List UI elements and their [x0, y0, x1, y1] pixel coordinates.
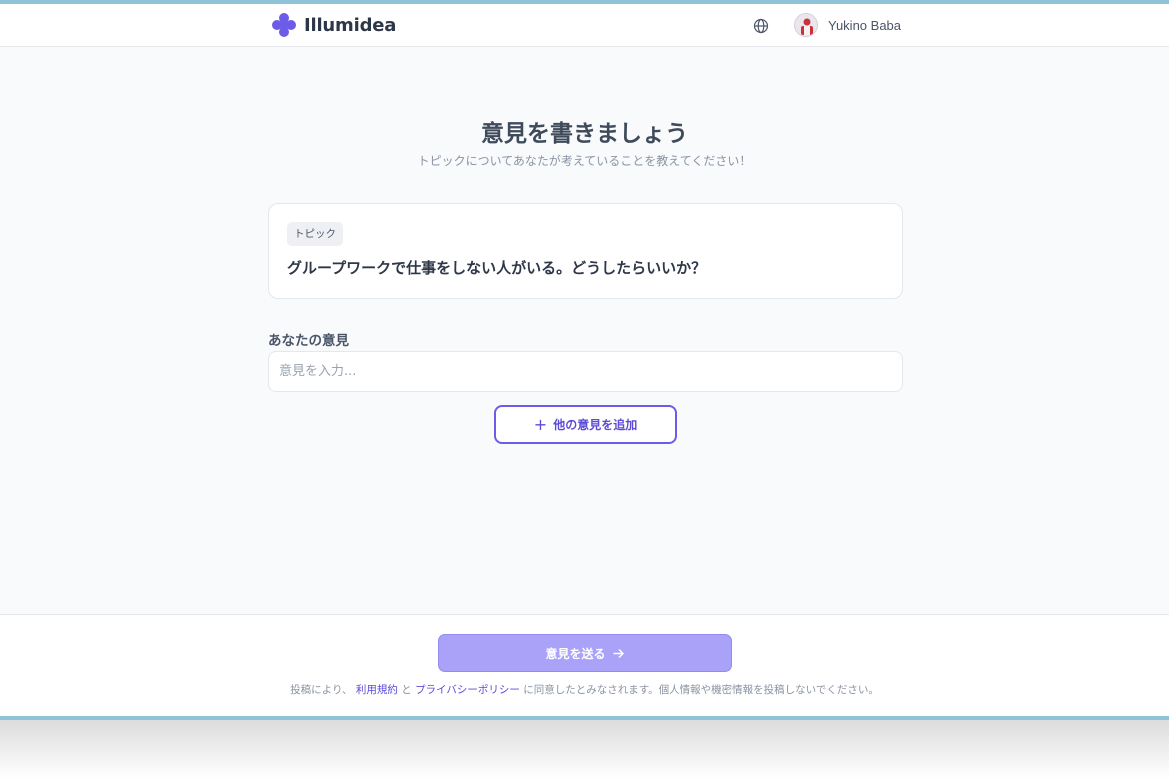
terms-of-use-link[interactable]: 利用規約	[356, 684, 398, 696]
privacy-policy-link[interactable]: プライバシーポリシー	[415, 684, 520, 696]
terms-suffix: に同意したとみなされます。個人情報や機密情報を投稿しないでください。	[523, 684, 879, 696]
topic-card: トピック グループワークで仕事をしない人がいる。どうしたらいいか？	[268, 203, 903, 299]
arrow-right-icon	[613, 648, 624, 658]
page-title: 意見を書きましょう	[481, 121, 688, 147]
app-logo[interactable]: Illumidea	[270, 11, 396, 39]
submit-button[interactable]: 意見を送る	[438, 634, 732, 672]
window-shadow-area	[0, 720, 1169, 779]
add-opinion-label: 他の意見を追加	[553, 418, 638, 432]
avatar	[794, 13, 818, 37]
globe-icon[interactable]	[753, 18, 769, 34]
user-name: Yukino Baba	[828, 17, 902, 33]
opinion-label: あなたの意見	[268, 333, 349, 349]
app-name: Illumidea	[304, 14, 397, 36]
user-menu[interactable]: Yukino Baba	[794, 13, 901, 37]
opinion-input[interactable]	[268, 351, 903, 392]
logo-mark-icon	[272, 13, 296, 37]
terms-middle: と	[401, 684, 412, 696]
app-window: Illumidea Yukino Baba 意見を書きましょう トピックについて…	[0, 0, 1169, 720]
topic-badge: トピック	[287, 222, 343, 246]
top-bar: Illumidea Yukino Baba	[0, 4, 1169, 47]
submit-label: 意見を送る	[545, 646, 606, 661]
add-opinion-button[interactable]: + 他の意見を追加	[494, 405, 677, 444]
plus-icon: +	[533, 414, 548, 434]
page-subtitle: トピックについてあなたが考えていることを教えてください！	[417, 154, 752, 168]
terms-notice: 投稿により、 利用規約 と プライバシーポリシー に同意したとみなされます。個人…	[0, 682, 1169, 697]
footer: 意見を送る 投稿により、 利用規約 と プライバシーポリシー に同意したとみなさ…	[0, 614, 1169, 716]
topic-text: グループワークで仕事をしない人がいる。どうしたらいいか？	[287, 259, 707, 277]
terms-prefix: 投稿により、	[290, 684, 353, 696]
